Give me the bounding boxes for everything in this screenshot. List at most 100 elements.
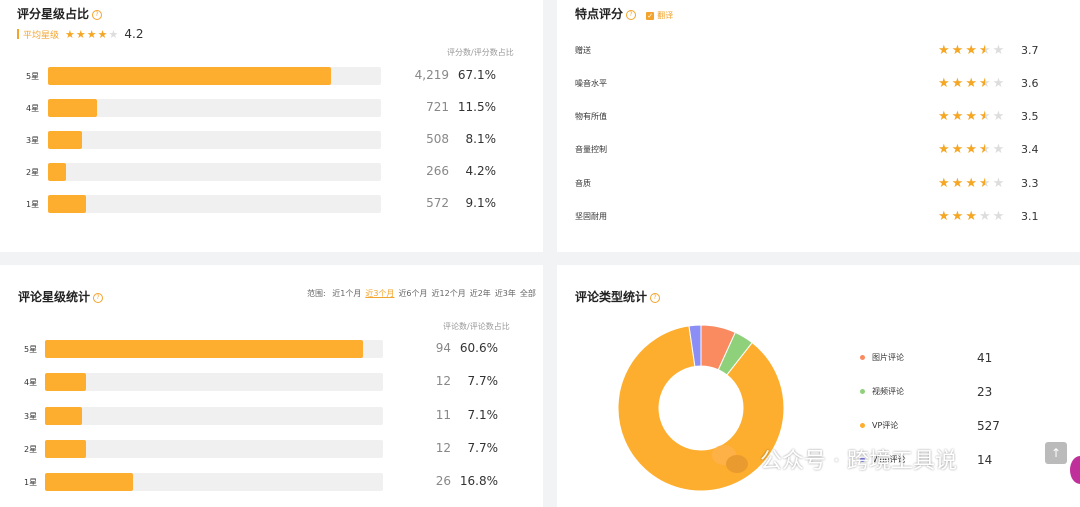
range-option[interactable]: 全部 <box>520 289 536 298</box>
feature-score: 3.1 <box>1021 210 1039 223</box>
help-icon[interactable]: ? <box>93 292 104 303</box>
star-icon: ★ <box>951 109 964 125</box>
average-stars: ★ ★ ★ ★ ★ <box>65 29 118 40</box>
legend-dot-icon <box>860 389 865 394</box>
range-option[interactable]: 近1个月 <box>332 289 361 298</box>
star-level-label: 1星 <box>26 200 40 209</box>
feature-score: 3.7 <box>1021 43 1039 57</box>
range-label: 范围: <box>307 289 326 298</box>
star-icon: ★ <box>951 142 964 158</box>
bar-track <box>48 67 381 85</box>
star-icon: ★ <box>978 42 991 58</box>
feature-stars: ★ ★ ★ ★ ★ <box>938 110 1004 123</box>
feature-stars: ★ ★ ★ ★ ★ <box>938 77 1004 90</box>
range-option[interactable]: 近6个月 <box>398 289 427 298</box>
star-icon: ★ <box>938 42 950 58</box>
star-icon: ★ <box>965 109 977 125</box>
feature-score: 3.6 <box>1021 76 1039 90</box>
star-icon: ★ <box>978 142 991 158</box>
legend-item: VP评论 527 <box>860 418 1020 433</box>
star-level-label: 5星 <box>26 72 40 81</box>
star-icon: ★ <box>965 142 977 158</box>
count-value: 26 <box>435 474 451 489</box>
feature-score: 3.3 <box>1021 176 1039 190</box>
range-option[interactable]: 近3个月 <box>365 289 394 298</box>
star-icon: ★ <box>938 209 950 224</box>
bar-fill <box>45 373 86 392</box>
average-value: 4.2 <box>124 27 144 41</box>
feature-name: 赠送 <box>575 45 591 55</box>
percent-value: 11.5% <box>457 100 496 114</box>
star-icon: ★ <box>938 142 950 158</box>
count-value: 266 <box>426 164 449 178</box>
bar-fill <box>48 99 97 117</box>
help-icon[interactable]: ? <box>626 9 637 20</box>
bar-fill <box>45 340 363 358</box>
bar-fill <box>48 67 332 85</box>
arrow-up-icon: ↑ <box>1050 446 1062 460</box>
bar-fill <box>48 195 87 213</box>
scroll-top-button[interactable]: ↑ <box>1045 442 1067 464</box>
star-icon: ★ <box>951 175 964 191</box>
range-option[interactable]: 近2年 <box>470 289 491 298</box>
count-value: 721 <box>426 100 449 114</box>
percent-value: 16.8% <box>459 474 498 489</box>
review-title: 评论星级统计? <box>18 288 104 305</box>
percent-value: 7.7% <box>467 440 499 455</box>
star-icon: ★ <box>978 175 991 191</box>
count-value: 94 <box>435 341 451 355</box>
bar-track <box>45 340 383 358</box>
legend-value: 527 <box>977 418 1000 433</box>
percent-value: 8.1% <box>465 132 497 146</box>
star-icon: ★ <box>938 75 950 91</box>
star-level-label: 4星 <box>26 104 40 113</box>
bar-fill <box>45 439 86 458</box>
feature-stars: ★ ★ ★ ★ ★ <box>938 177 1004 190</box>
star-level-label: 3星 <box>26 136 40 145</box>
star-icon: ★ <box>951 42 964 58</box>
count-value: 12 <box>435 374 451 389</box>
feature-name: 物有所值 <box>575 112 607 122</box>
star-icon: ★ <box>992 175 1005 191</box>
bar-track <box>45 473 383 492</box>
legend-label: VP评论 <box>872 421 899 430</box>
legend-item: 视频评论 23 <box>860 385 1020 399</box>
star-level-label: 5星 <box>24 345 38 354</box>
range-option[interactable]: 近12个月 <box>432 289 466 298</box>
count-value: 4,219 <box>414 68 449 82</box>
help-icon[interactable]: ? <box>650 292 661 303</box>
star-icon: ★ <box>938 109 950 125</box>
help-icon[interactable]: ? <box>92 9 103 20</box>
star-icon: ★ <box>965 175 977 191</box>
count-value: 12 <box>435 440 451 455</box>
wechat-icon <box>712 443 750 475</box>
legend-value: 41 <box>977 350 993 365</box>
legend-value: 14 <box>977 452 993 467</box>
legend-label: 图片评论 <box>872 353 904 362</box>
bar-track <box>48 163 381 181</box>
feature-row: 物有所值 ★ ★ ★ ★ ★ 3.5 <box>575 108 1080 126</box>
feature-title: 特点评分? ✓ 翻译 <box>575 7 674 21</box>
star-icon: ★ <box>108 27 119 41</box>
watermark: 公众号 · 跨境工具说 <box>712 443 957 475</box>
star-icon: ★ <box>951 75 964 91</box>
rating-title: 评分星级占比? <box>17 5 103 22</box>
checkbox-icon[interactable]: ✓ <box>646 11 655 20</box>
feature-rating-card: 特点评分? ✓ 翻译 赠送 ★ ★ ★ ★ ★ 3.7 噪音水平 ★ ★ ★ ★ ★ 3.6 物有所值 ★ ★ ★ ★… <box>557 0 1080 252</box>
star-icon: ★ <box>992 142 1005 158</box>
bar-track <box>45 439 383 458</box>
count-value: 572 <box>426 196 449 210</box>
percent-value: 60.6% <box>459 341 498 355</box>
star-icon: ★ <box>938 175 950 191</box>
bar-fill <box>48 163 66 181</box>
percent-value: 4.2% <box>465 164 497 178</box>
range-option[interactable]: 近3年 <box>495 289 516 298</box>
bar-track <box>45 406 383 425</box>
translate-toggle[interactable]: ✓ 翻译 <box>646 11 673 20</box>
rating-column-header: 评分数/评分数占比 <box>447 48 514 57</box>
percent-value: 7.1% <box>467 407 499 422</box>
count-value: 11 <box>435 407 451 422</box>
average-label: 平均星级 <box>23 30 60 41</box>
percent-value: 9.1% <box>465 196 497 210</box>
feature-row: 音量控制 ★ ★ ★ ★ ★ 3.4 <box>575 141 1080 159</box>
